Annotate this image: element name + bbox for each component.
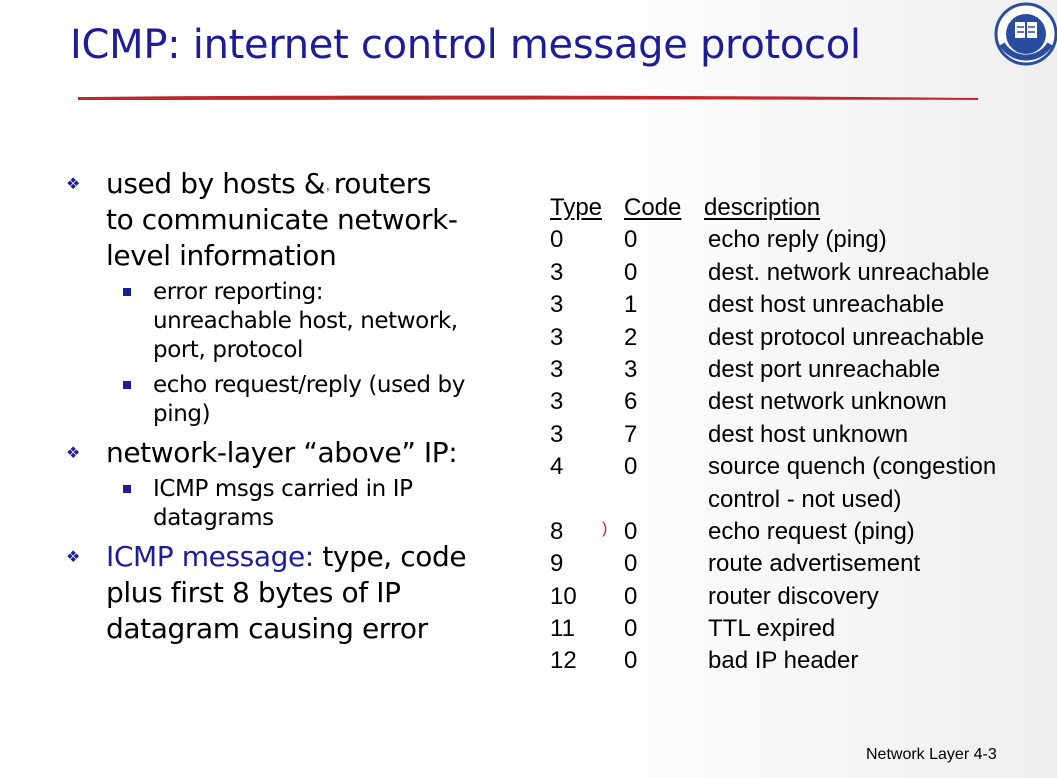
sub-bullet-icmp-msgs: ICMP msgs carried in IP datagrams — [66, 475, 506, 533]
bullet-line: level information — [106, 239, 337, 272]
cell-type: 4 — [550, 453, 564, 481]
cell-code: 0 — [624, 615, 638, 643]
diamond-bullet-icon: ❖ — [66, 547, 80, 566]
square-bullet-icon — [123, 288, 131, 296]
annotation-mark: ) — [602, 520, 608, 537]
cell-description: dest network unknown — [708, 388, 947, 416]
cell-type: 3 — [550, 355, 564, 383]
cell-code: 0 — [624, 517, 638, 545]
cell-description: bad IP header — [708, 647, 859, 675]
cell-code: 0 — [624, 226, 638, 254]
cell-type: 0 — [550, 226, 564, 254]
cell-description: dest host unreachable — [708, 291, 945, 319]
bullet-line: ICMP message: type, code — [106, 539, 506, 575]
header-type: Type — [550, 194, 603, 221]
sub-bullet-error-reporting: error reporting: unreachable host, netwo… — [66, 278, 506, 365]
bullet-hosts-routers: ❖ used by hosts & routers to communicate… — [66, 166, 506, 274]
cell-description: dest port unreachable — [708, 355, 941, 383]
highlight-text: ICMP message: — [106, 540, 314, 573]
cell-type: 8 — [550, 517, 564, 545]
bullet-icmp-message: ❖ ICMP message: type, code plus first 8 … — [66, 539, 506, 647]
cell-type: 11 — [550, 615, 575, 643]
bullet-line: plus first 8 bytes of IP — [106, 576, 401, 609]
cell-type: 10 — [550, 582, 577, 610]
sub-bullet-line: ping) — [153, 401, 211, 427]
cell-type: 3 — [550, 291, 564, 319]
cell-type: 3 — [550, 388, 564, 416]
cell-code: 3 — [624, 355, 638, 383]
bullet-line: used by hosts & routers — [106, 167, 432, 200]
cell-description: dest. network unreachable — [708, 258, 990, 286]
cell-description: control - not used) — [708, 485, 902, 513]
cell-type: 3 — [550, 258, 564, 286]
cell-type: 3 — [550, 420, 564, 448]
cell-description: echo reply (ping) — [708, 226, 887, 254]
sub-bullet-line: echo request/reply (used by — [153, 372, 465, 398]
cell-code: 7 — [624, 420, 638, 448]
bullet-line: network-layer “above” IP: — [106, 436, 458, 469]
sub-bullet-line: datagrams — [153, 505, 274, 531]
slide-title: ICMP: internet control message protocol — [70, 22, 861, 68]
cell-description: route advertisement — [708, 550, 921, 578]
cell-description: dest host unknown — [708, 420, 909, 448]
sub-bullet-line: error reporting: — [153, 279, 324, 305]
cell-code: 2 — [624, 323, 638, 351]
footer-page: 4-3 — [973, 746, 997, 763]
square-bullet-icon — [123, 381, 131, 389]
annotation-mark: ’ — [326, 186, 330, 203]
cell-code: 0 — [624, 582, 638, 610]
cell-code: 0 — [624, 550, 638, 578]
cell-description: echo request (ping) — [708, 517, 915, 545]
cell-description: dest protocol unreachable — [708, 323, 985, 351]
cell-type: 12 — [550, 647, 577, 675]
cell-description: router discovery — [708, 582, 879, 610]
cell-code: 0 — [624, 453, 638, 481]
square-bullet-icon — [123, 485, 131, 493]
diamond-bullet-icon: ❖ — [66, 443, 80, 462]
university-logo — [994, 2, 1057, 66]
footer-section: Network Layer — [866, 746, 970, 763]
title-underline — [78, 95, 978, 100]
bullet-list: ❖ used by hosts & routers to communicate… — [66, 166, 506, 649]
header-code: Code — [624, 194, 682, 221]
sub-bullet-echo: echo request/reply (used by ping) — [66, 371, 506, 429]
diamond-bullet-icon: ❖ — [66, 174, 80, 193]
sub-bullet-line: port, protocol — [153, 337, 303, 363]
cell-type: 3 — [550, 323, 564, 351]
sub-bullet-line: unreachable host, network, — [153, 308, 458, 334]
cell-code: 0 — [624, 258, 638, 286]
sub-bullet-line: ICMP msgs carried in IP — [153, 476, 413, 502]
cell-type: 9 — [550, 550, 564, 578]
bullet-text: type, code — [313, 540, 467, 573]
cell-description: source quench (congestion — [708, 453, 997, 481]
bullet-line: to communicate network- — [106, 203, 458, 236]
bullet-network-layer: ❖ network-layer “above” IP: — [66, 435, 506, 471]
cell-code: 0 — [624, 647, 638, 675]
header-description: description — [704, 194, 821, 221]
cell-description: TTL expired — [708, 615, 836, 643]
cell-code: 6 — [624, 388, 638, 416]
cell-code: 1 — [624, 291, 638, 319]
slide-footer: Network Layer 4-3 — [866, 746, 997, 764]
bullet-line: datagram causing error — [106, 612, 428, 645]
